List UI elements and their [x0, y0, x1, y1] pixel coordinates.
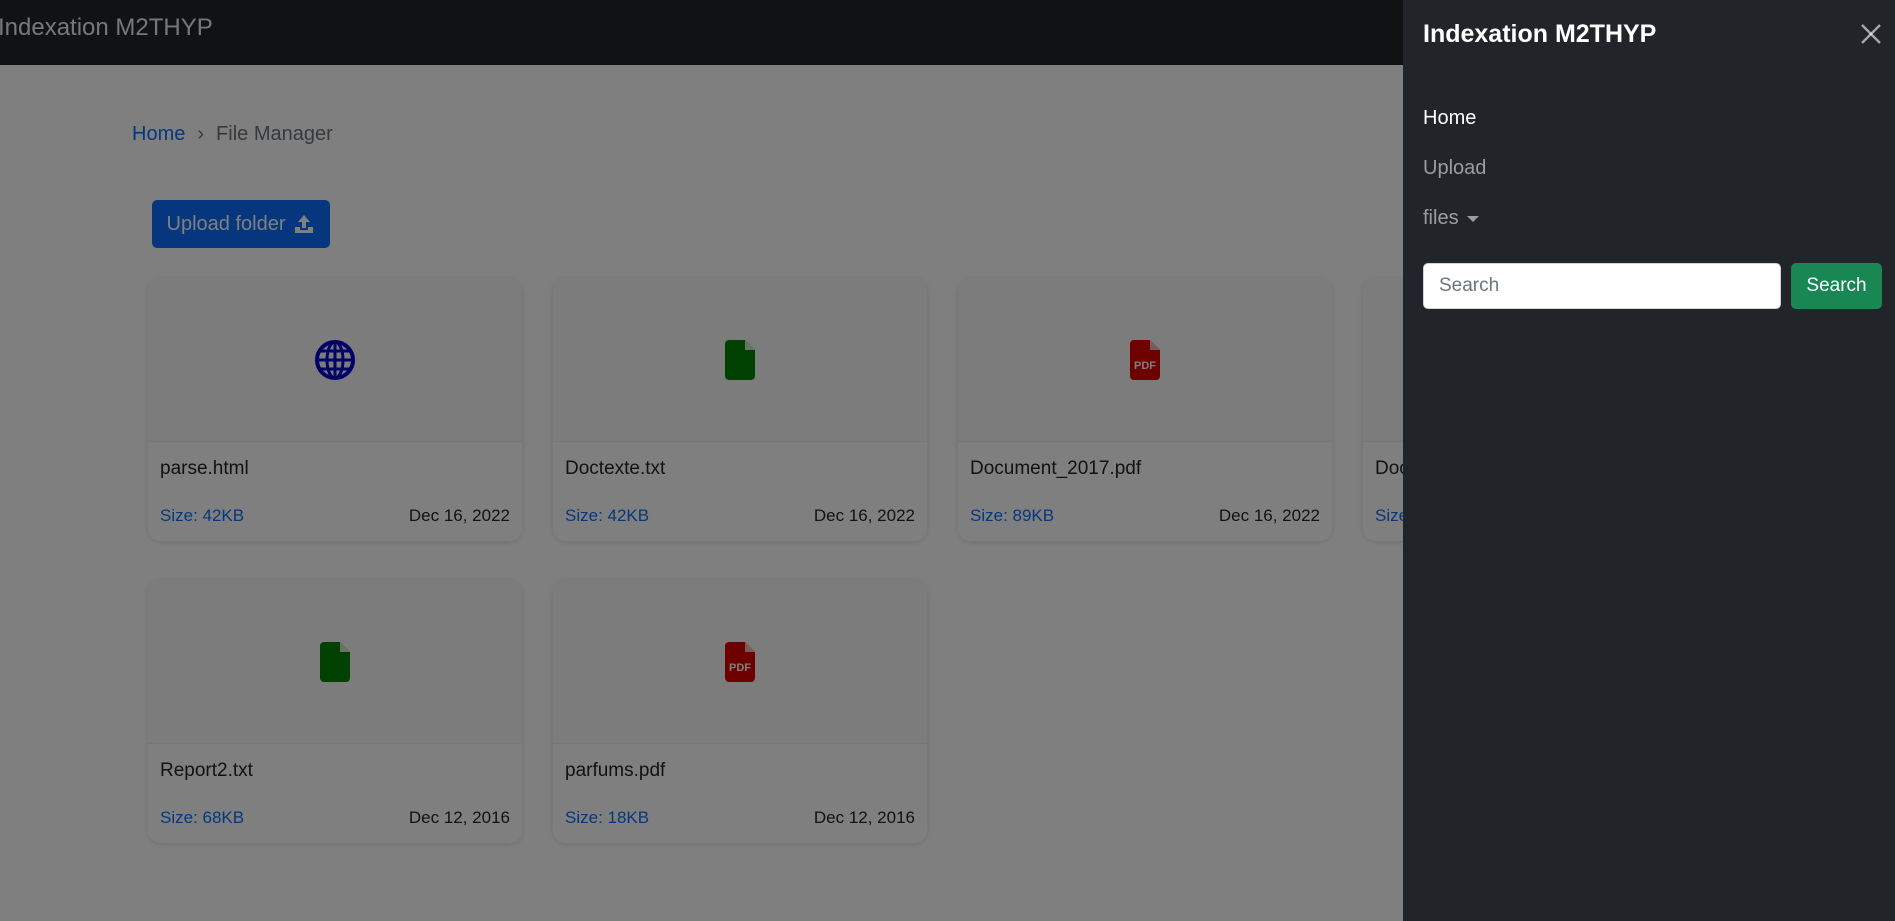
search-input[interactable]: [1423, 263, 1781, 309]
offcanvas-title: Indexation M2THYP: [1423, 20, 1657, 48]
caret-down-icon: [1466, 215, 1479, 222]
nav-dropdown-files[interactable]: files: [1423, 207, 1479, 230]
nav-link-home[interactable]: Home: [1423, 107, 1476, 130]
offcanvas-menu: Indexation M2THYP Home Upload files Sear…: [1403, 0, 1895, 921]
nav-dropdown-files-label: files: [1423, 207, 1459, 229]
nav-link-upload[interactable]: Upload: [1423, 157, 1486, 180]
search-button[interactable]: Search: [1791, 263, 1882, 309]
close-icon[interactable]: [1859, 22, 1883, 46]
